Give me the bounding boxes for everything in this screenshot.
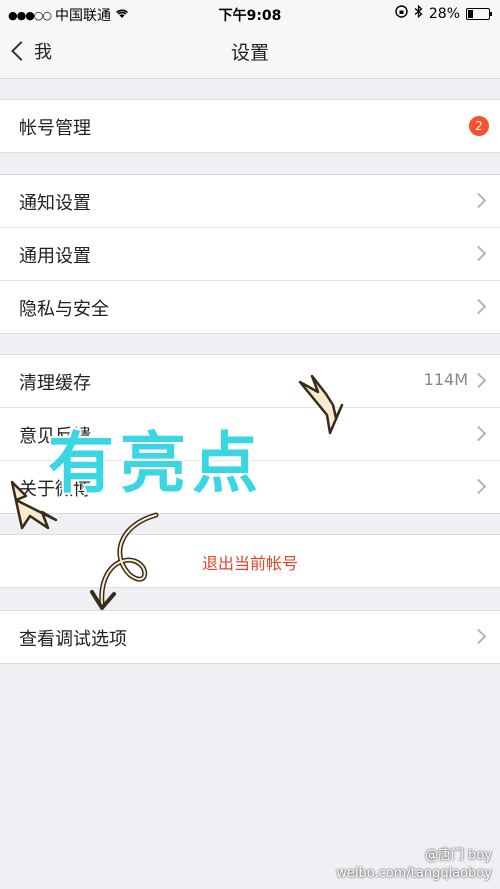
- row-label: 通知设置: [19, 193, 91, 214]
- settings-row-clear-cache[interactable]: 清理缓存 114M: [0, 355, 500, 408]
- row-label: 通用设置: [19, 246, 91, 267]
- logout-section: 退出当前帐号: [0, 534, 500, 588]
- rotation-lock-icon: [395, 5, 408, 22]
- logout-button[interactable]: 退出当前帐号: [0, 535, 500, 587]
- bluetooth-icon: [414, 4, 423, 22]
- watermark-url: weibo.com/tangqiaoboy: [336, 866, 492, 881]
- chevron-right-icon: [470, 425, 487, 442]
- general-section: 通知设置 通用设置 隐私与安全: [0, 174, 500, 334]
- status-bar: ●●●○○ 中国联通 下午9:08 28%: [0, 0, 500, 26]
- cache-size: 114M: [423, 370, 468, 389]
- row-label: 帐号管理: [19, 118, 91, 139]
- row-label: 清理缓存: [19, 373, 91, 394]
- notification-badge: 2: [469, 116, 489, 136]
- page-title: 设置: [230, 42, 269, 64]
- settings-row-notifications[interactable]: 通知设置: [0, 175, 500, 228]
- chevron-right-icon: [470, 372, 487, 389]
- highlight-overlay-text: 有亮点: [48, 425, 264, 502]
- chevron-right-icon: [470, 478, 487, 495]
- battery-icon: [466, 7, 492, 20]
- settings-row-debug[interactable]: 查看调试选项: [0, 611, 500, 663]
- row-label: 查看调试选项: [19, 629, 127, 650]
- account-section: 帐号管理 2: [0, 99, 500, 153]
- chevron-right-icon: [470, 245, 487, 262]
- status-right: 28%: [395, 4, 492, 22]
- watermark-handle: @唐门 boy: [424, 848, 492, 863]
- chevron-right-icon: [470, 628, 487, 645]
- logout-label: 退出当前帐号: [201, 554, 298, 573]
- arrow-head-icon: [90, 590, 116, 610]
- chevron-right-icon: [470, 298, 487, 315]
- navigation-bar: 我 设置: [0, 26, 500, 79]
- row-label: 隐私与安全: [19, 299, 109, 320]
- chevron-right-icon: [470, 192, 487, 209]
- settings-row-privacy[interactable]: 隐私与安全: [0, 281, 500, 333]
- debug-section: 查看调试选项: [0, 610, 500, 664]
- settings-row-general[interactable]: 通用设置: [0, 228, 500, 281]
- settings-row-account[interactable]: 帐号管理 2: [0, 100, 500, 152]
- battery-percent: 28%: [428, 5, 460, 22]
- watermark: @唐门 boy weibo.com/tangqiaoboy: [336, 847, 492, 883]
